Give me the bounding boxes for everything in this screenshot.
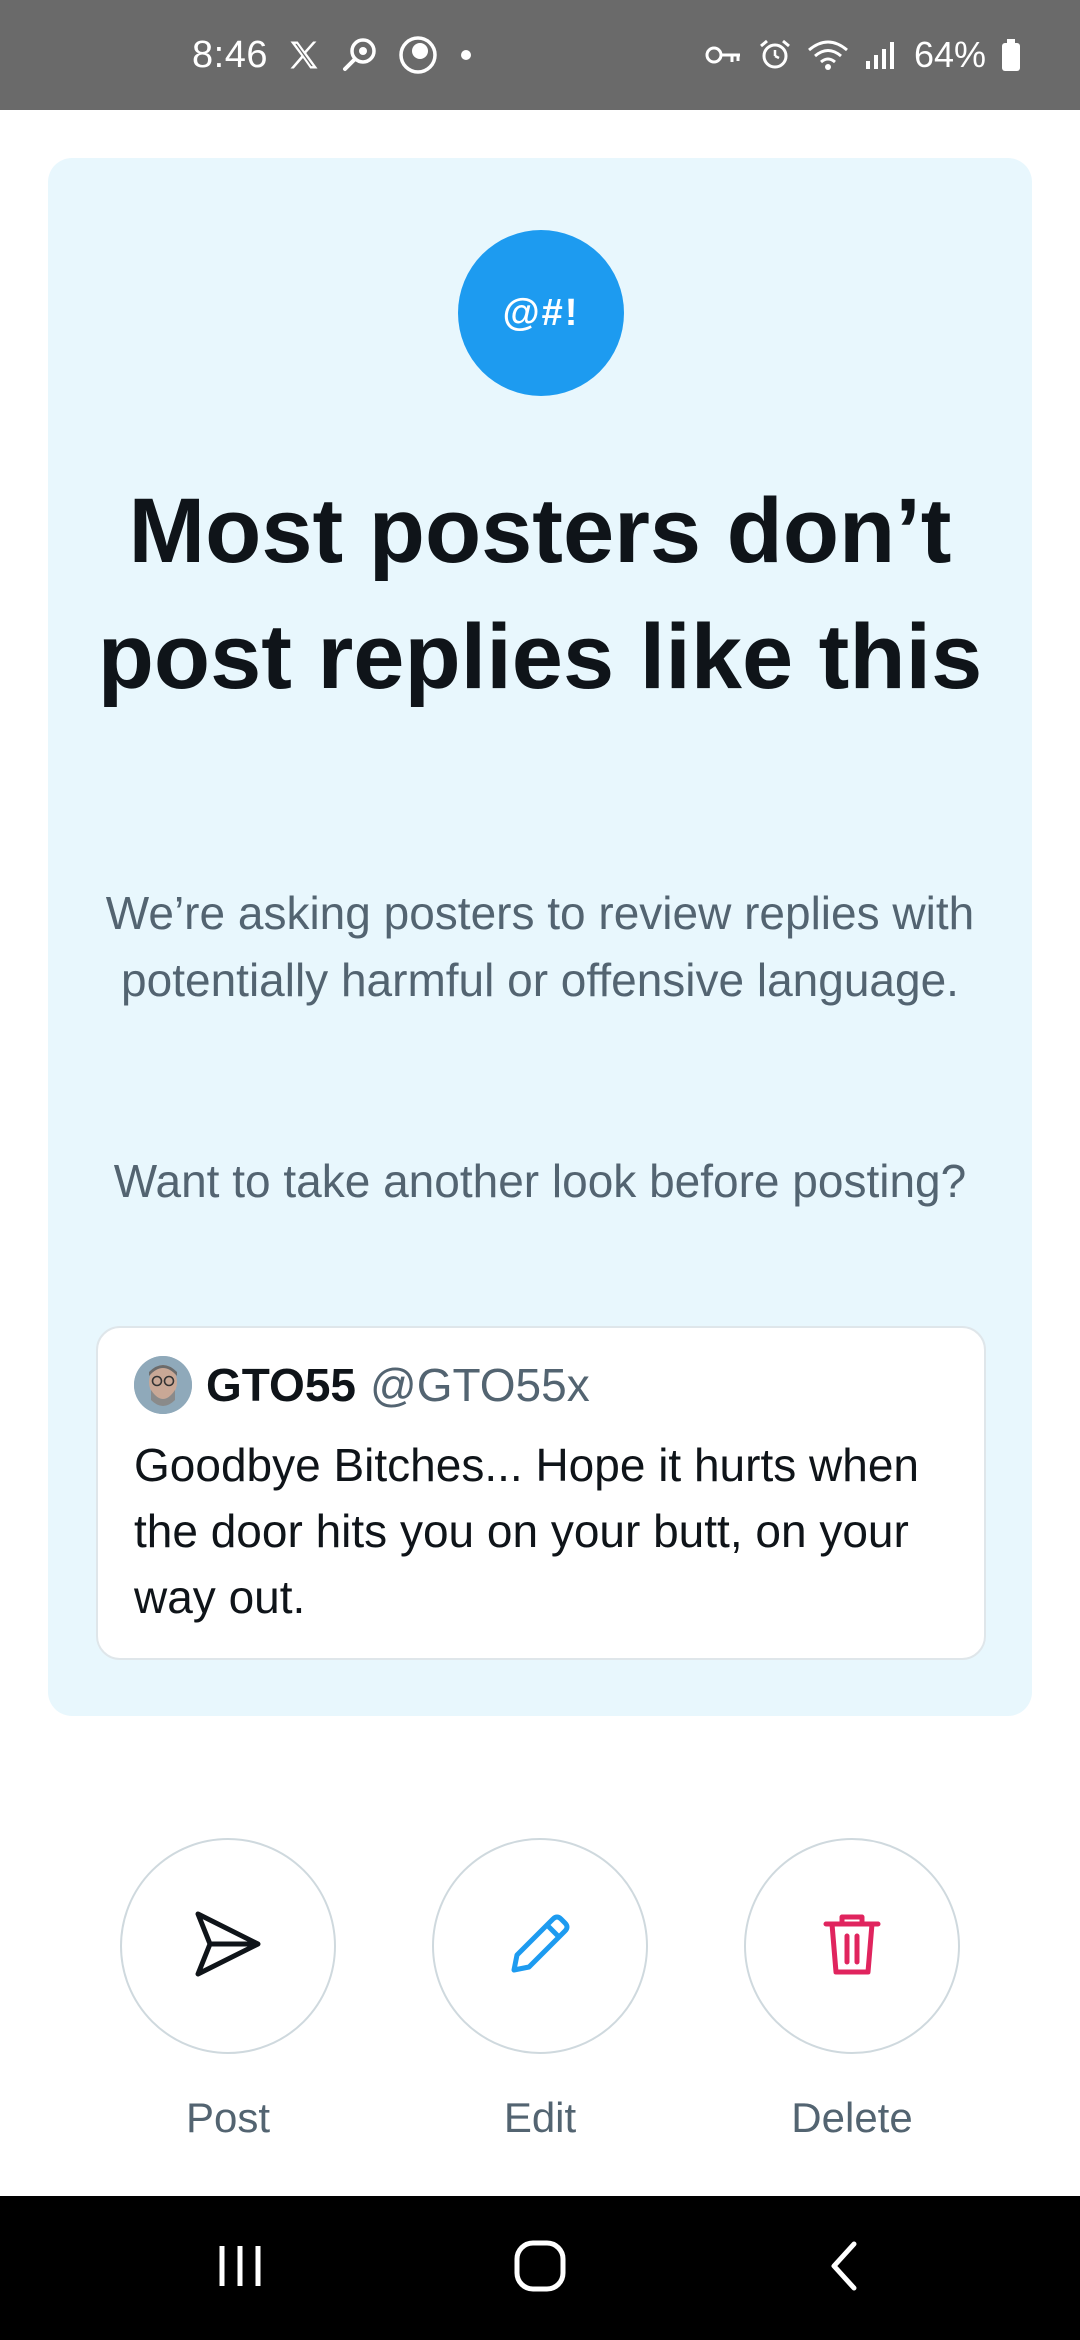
review-prompt: Want to take another look before posting… (113, 1155, 967, 1207)
recents-icon (214, 2242, 266, 2295)
post-label: Post (185, 2094, 271, 2141)
status-right: 64% (704, 0, 1022, 110)
reply-author-name: GTO55 (206, 1359, 356, 1411)
home-icon (512, 2238, 568, 2299)
status-time: 8:46 (192, 33, 268, 76)
delete-action[interactable]: Delete (744, 1838, 960, 2141)
signal-icon (864, 39, 900, 71)
delete-button[interactable] (744, 1838, 960, 2054)
back-button[interactable] (784, 2196, 904, 2340)
system-nav-bar (0, 2196, 1080, 2340)
warning-description: We’re asking posters to review replies w… (105, 887, 975, 1006)
search-app-icon (340, 35, 380, 75)
back-icon (824, 2238, 864, 2299)
home-button[interactable] (480, 2196, 600, 2340)
reply-header: GTO55 @GTO55x (134, 1356, 590, 1414)
reply-preview: GTO55 @GTO55x Goodbye Bitches... Hope it… (96, 1326, 986, 1660)
circle-app-icon (398, 35, 438, 75)
reply-author-handle: @GTO55x (370, 1359, 590, 1411)
post-button[interactable] (120, 1838, 336, 2054)
post-action[interactable]: Post (120, 1838, 336, 2141)
alarm-icon (758, 38, 792, 72)
reply-text: Goodbye Bitches... Hope it hurts when th… (134, 1439, 919, 1623)
edit-action[interactable]: Edit (432, 1838, 648, 2141)
x-logo-icon (286, 37, 322, 73)
pencil-icon (504, 1908, 576, 1985)
avatar (134, 1356, 192, 1414)
battery-icon (1000, 38, 1022, 72)
delete-label: Delete (791, 2094, 913, 2141)
trash-icon (816, 1908, 888, 1985)
warning-headline: Most posters don’t post replies like thi… (97, 480, 983, 708)
key-icon (704, 40, 744, 70)
dot-icon (456, 45, 476, 65)
recents-button[interactable] (180, 2196, 300, 2340)
edit-label: Edit (503, 2094, 577, 2141)
battery-percent: 64% (913, 34, 986, 75)
offensive-language-badge: @#! (458, 230, 624, 396)
edit-button[interactable] (432, 1838, 648, 2054)
send-icon (192, 1908, 264, 1985)
wifi-icon (806, 38, 850, 72)
status-bar: 8:46 64% (0, 0, 1080, 110)
status-left: 8:46 (192, 0, 476, 110)
warning-card: @#! Most posters don’t post replies like… (48, 158, 1032, 1716)
